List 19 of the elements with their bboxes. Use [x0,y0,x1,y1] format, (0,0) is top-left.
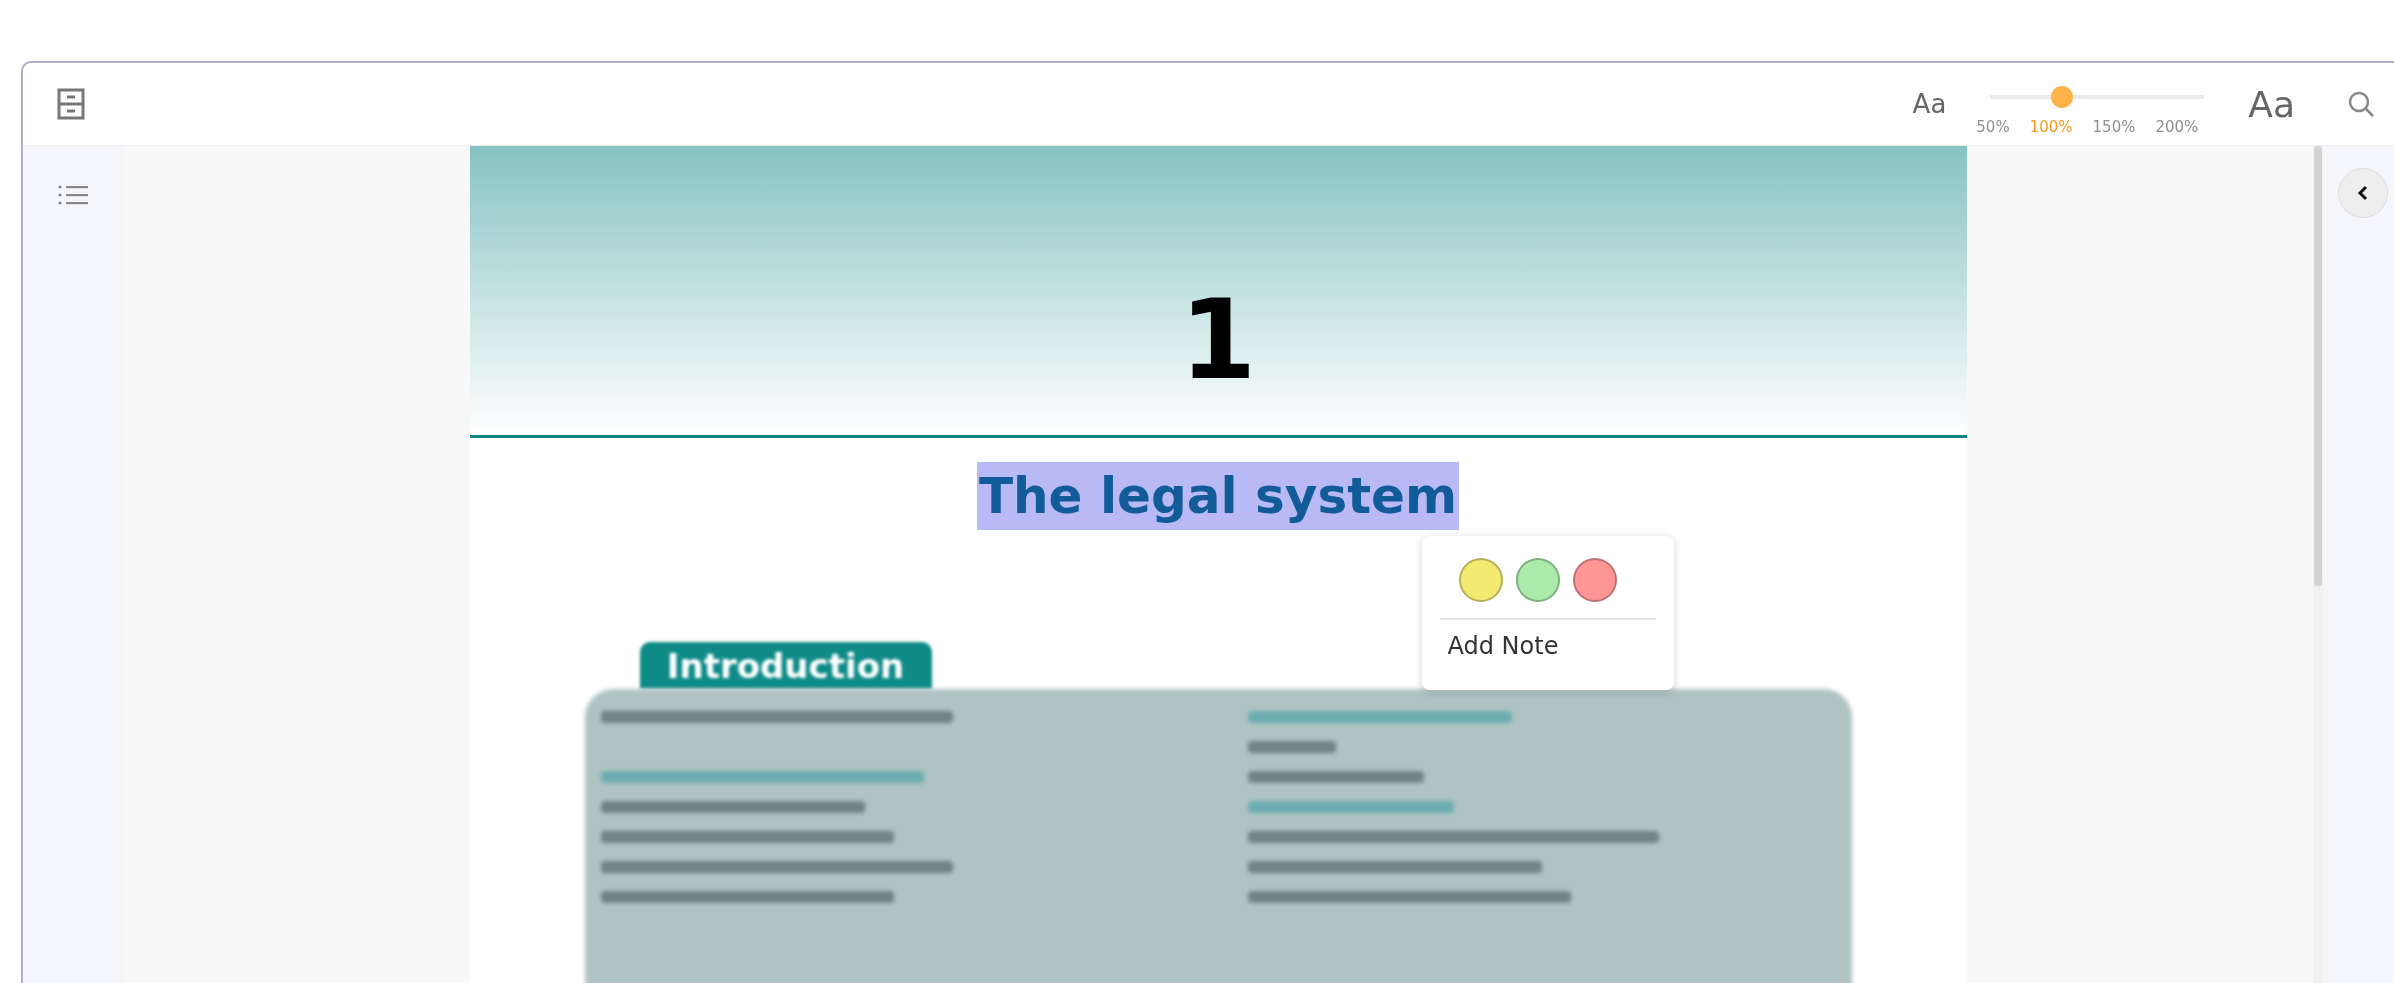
slider-thumb[interactable] [2050,86,2073,108]
collapse-button[interactable] [2338,168,2388,218]
zoom-option[interactable]: 150% [2092,118,2136,136]
font-larger-button[interactable]: Aa [2248,83,2295,125]
add-note-button[interactable]: Add Note [1439,620,1567,672]
zoom-option[interactable]: 50% [1976,118,2010,136]
highlight-color-swatch[interactable] [1458,558,1503,602]
scrollbar-thumb[interactable] [2314,146,2322,586]
chapter-title: The legal system [976,462,1460,531]
highlight-color-swatch[interactable] [1572,558,1617,602]
chapter-number: 1 [1179,285,1257,396]
chevron-left-icon [2357,185,2369,201]
search-icon[interactable] [2347,90,2375,118]
highlight-color-swatch[interactable] [1515,558,1560,602]
cabinet-icon[interactable] [57,88,85,120]
zoom-option[interactable]: 100% [2029,118,2073,136]
zoom-option[interactable]: 200% [2155,118,2199,136]
list-icon[interactable] [58,184,88,206]
font-smaller-button[interactable]: Aa [1912,89,1947,119]
